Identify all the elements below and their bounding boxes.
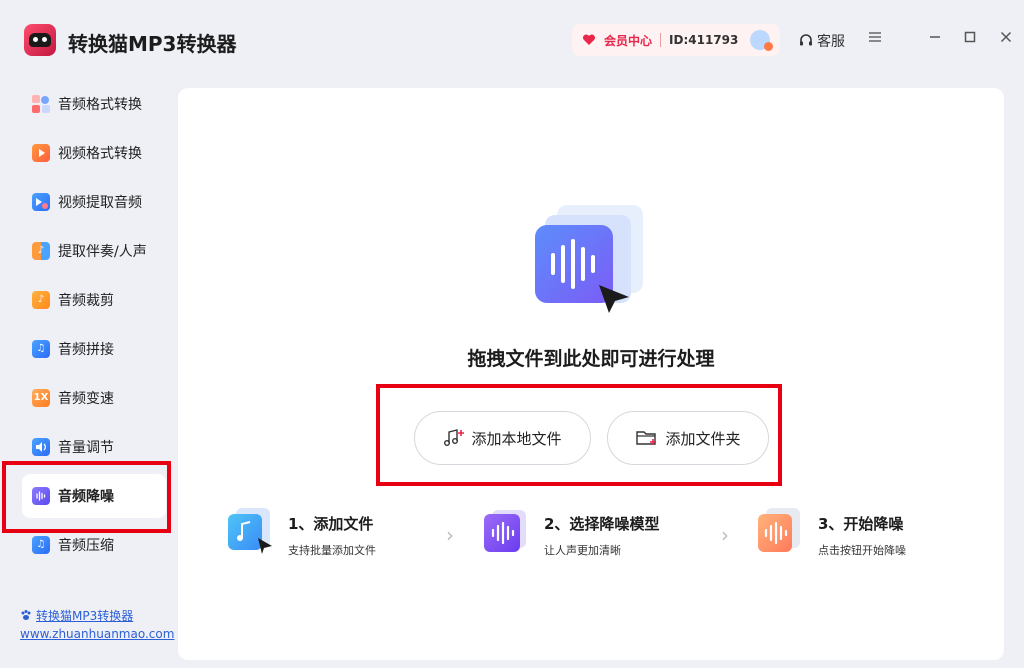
denoise-model-step-icon (484, 510, 526, 552)
audio-file-drop-icon (535, 205, 643, 313)
audio-format-icon (32, 95, 50, 113)
step-title: 2、选择降噪模型 (544, 515, 660, 533)
sidebar-item-vocal-split[interactable]: ♪ 提取伴奏/人声 (22, 229, 166, 273)
volume-icon (32, 438, 50, 456)
sidebar-item-label: 音频裁剪 (58, 293, 114, 309)
minimize-icon[interactable] (926, 30, 944, 48)
add-file-step-icon (228, 508, 272, 554)
step-desc: 让人声更加清晰 (544, 544, 621, 557)
step-desc: 支持批量添加文件 (288, 544, 376, 557)
chevron-right-icon: › (721, 523, 729, 547)
step-add-file: 1、添加文件 支持批量添加文件 (228, 506, 398, 562)
step-start-denoise: 3、开始降噪 点击按钮开始降噪 (758, 506, 958, 562)
member-center-label[interactable]: 会员中心 (604, 32, 652, 49)
app-title: 转换猫MP3转换器 (68, 32, 237, 56)
user-id: ID:411793 (669, 33, 739, 47)
footer-url-link[interactable]: www.zhuanhuanmao.com (20, 627, 174, 641)
audio-merge-icon: ♫ (32, 340, 50, 358)
audio-speed-icon: 1X (32, 389, 50, 407)
footer-app-link[interactable]: 转换猫MP3转换器 (20, 607, 133, 624)
drop-zone[interactable]: 拖拽文件到此处即可进行处理 添加本地文件 添加文件夹 1、添加文件 支持批量添加… (178, 88, 1004, 660)
sidebar-item-label: 音量调节 (58, 440, 114, 456)
maximize-icon[interactable] (961, 30, 979, 48)
menu-icon[interactable] (866, 30, 884, 48)
sidebar-item-audio-cut[interactable]: ♪ 音频裁剪 (22, 278, 166, 322)
step-title: 3、开始降噪 (818, 515, 904, 533)
drop-hint-text: 拖拽文件到此处即可进行处理 (467, 348, 715, 370)
sidebar-item-label: 音频拼接 (58, 342, 114, 358)
sidebar-item-audio-format[interactable]: 音频格式转换 (22, 82, 166, 126)
sidebar-item-label: 音频变速 (58, 391, 114, 407)
service-label: 客服 (817, 34, 845, 50)
step-desc: 点击按钮开始降噪 (818, 544, 906, 557)
step-title: 1、添加文件 (288, 515, 374, 533)
member-center-pill[interactable]: 会员中心 ID:411793 (572, 24, 780, 56)
sidebar-item-audio-speed[interactable]: 1X 音频变速 (22, 376, 166, 420)
highlight-denoise-nav (2, 461, 171, 533)
sidebar-item-label: 视频格式转换 (58, 146, 142, 162)
compress-icon: ♫ (32, 536, 50, 554)
title-bar: 转换猫MP3转换器 会员中心 ID:411793 客服 (0, 0, 1024, 80)
customer-service-button[interactable]: 客服 (798, 31, 845, 51)
sidebar-item-label: 视频提取音频 (58, 195, 142, 211)
sidebar: 音频格式转换 视频格式转换 视频提取音频 ♪ 提取伴奏/人声 ♪ 音频裁剪 ♫ … (0, 80, 178, 668)
sidebar-item-label: 提取伴奏/人声 (58, 244, 147, 260)
sidebar-item-label: 音频格式转换 (58, 97, 142, 113)
chevron-right-icon: › (446, 523, 454, 547)
avatar[interactable] (750, 30, 774, 51)
vocal-split-icon: ♪ (32, 242, 50, 260)
audio-cut-icon: ♪ (32, 291, 50, 309)
extract-audio-icon (32, 193, 50, 211)
highlight-add-buttons (376, 384, 782, 486)
sidebar-item-label: 音频压缩 (58, 538, 114, 554)
cat-logo-icon (24, 24, 56, 56)
heart-icon (582, 33, 596, 47)
divider (660, 33, 662, 47)
start-denoise-step-icon (758, 508, 800, 552)
sidebar-item-video-format[interactable]: 视频格式转换 (22, 131, 166, 175)
video-format-icon (32, 144, 50, 162)
headset-icon (800, 34, 812, 46)
sidebar-item-audio-merge[interactable]: ♫ 音频拼接 (22, 327, 166, 371)
step-select-model: 2、选择降噪模型 让人声更加清晰 (484, 506, 684, 562)
sidebar-item-extract-audio[interactable]: 视频提取音频 (22, 180, 166, 224)
paw-icon (21, 610, 31, 620)
close-icon[interactable] (997, 30, 1015, 48)
